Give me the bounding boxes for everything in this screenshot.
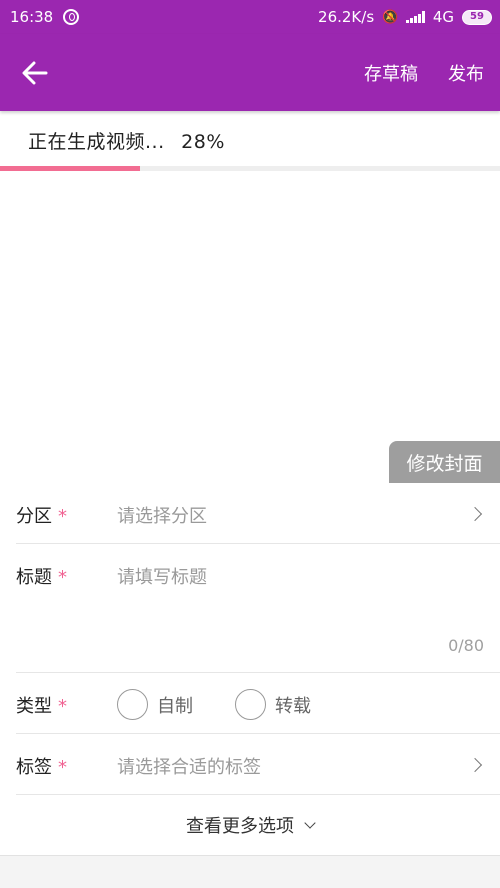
type-original-radio[interactable] — [117, 689, 148, 720]
app-notification-icon — [63, 9, 80, 25]
signal-icon — [406, 11, 425, 23]
app-toolbar: 存草稿 发布 — [0, 34, 500, 111]
required-mark: * — [58, 567, 67, 588]
progress-status: 正在生成视频... 28% — [28, 127, 225, 154]
arrow-left-icon — [22, 61, 48, 84]
cover-preview — [0, 171, 500, 483]
required-mark: * — [58, 506, 67, 527]
tags-select[interactable]: 请选择合适的标签 — [117, 753, 261, 779]
chevron-right-icon — [467, 506, 483, 522]
zone-select[interactable]: 请选择分区 — [117, 502, 207, 528]
title-label: 标题 * — [16, 567, 67, 588]
tags-row[interactable]: 标签 * 请选择合适的标签 — [16, 734, 500, 795]
type-original-label[interactable]: 自制 — [157, 692, 193, 718]
progress-label: 正在生成视频... — [28, 131, 165, 153]
zone-label: 分区 * — [16, 506, 67, 527]
title-input[interactable]: 请填写标题 — [117, 563, 207, 589]
chevron-right-icon — [467, 757, 483, 773]
required-mark: * — [58, 696, 67, 717]
status-time: 16:38 — [10, 8, 54, 26]
type-radio-group: 自制 转载 — [117, 689, 353, 720]
type-repost-radio[interactable] — [235, 689, 266, 720]
publish-button[interactable]: 发布 — [448, 60, 484, 86]
bottom-divider — [0, 855, 500, 888]
network-type: 4G — [432, 8, 454, 26]
more-options-button[interactable]: 查看更多选项 — [0, 795, 500, 855]
tags-label: 标签 * — [16, 757, 67, 778]
battery-icon: 59 — [462, 9, 492, 25]
title-char-counter: 0/80 — [448, 636, 484, 655]
net-speed: 26.2K/s — [318, 8, 375, 26]
status-bar: 16:38 26.2K/s 🔕 4G 59 — [0, 0, 500, 34]
required-mark: * — [58, 757, 67, 778]
chevron-down-icon — [304, 817, 316, 829]
progress-percent: 28% — [181, 131, 225, 153]
type-row: 类型 * 自制 转载 — [16, 673, 500, 734]
mute-bell-icon: 🔕 — [382, 9, 399, 25]
title-row: 标题 * 请填写标题 0/80 — [16, 544, 500, 673]
save-draft-button[interactable]: 存草稿 — [364, 60, 418, 86]
back-button[interactable] — [22, 53, 62, 93]
type-label: 类型 * — [16, 696, 67, 717]
type-repost-label[interactable]: 转载 — [275, 692, 311, 718]
more-options-label: 查看更多选项 — [186, 816, 294, 837]
edit-cover-button[interactable]: 修改封面 — [389, 441, 500, 483]
zone-row[interactable]: 分区 * 请选择分区 — [16, 484, 500, 544]
